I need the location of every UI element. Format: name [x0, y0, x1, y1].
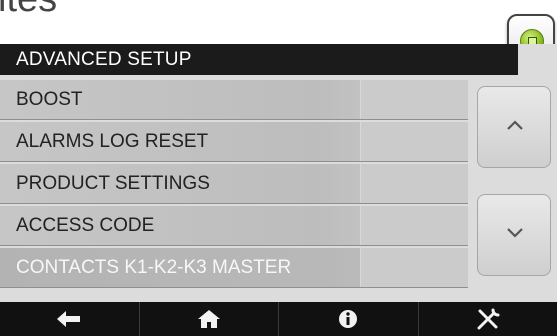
cropped-heading-fragment: ites: [0, 0, 60, 21]
menu-item-right-section [360, 164, 468, 203]
menu-item-label: BOOST [16, 89, 83, 110]
menu-item-right-section [360, 122, 468, 161]
scroll-down-button[interactable] [477, 194, 551, 276]
scroll-up-button[interactable] [477, 86, 551, 168]
menu-item-right-section [360, 248, 468, 287]
menu-item-contacts-k1-k2-k3-master[interactable]: CONTACTS K1-K2-K3 MASTER [0, 248, 468, 288]
title-bar: ADVANCED SETUP [0, 44, 518, 75]
menu-item-right-section [360, 206, 468, 245]
info-icon [339, 310, 358, 328]
menu-item-label: ALARMS LOG RESET [16, 131, 209, 152]
info-button[interactable] [279, 302, 419, 336]
settings-tools-button[interactable] [419, 302, 557, 336]
chevron-up-icon [507, 120, 523, 130]
menu-item-label: CONTACTS K1-K2-K3 MASTER [16, 257, 292, 278]
menu-item-label: ACCESS CODE [16, 215, 155, 236]
back-button[interactable] [0, 302, 140, 336]
device-screen: ADVANCED SETUP BOOST ALARMS LOG RESET PR… [0, 44, 557, 336]
home-icon [197, 310, 220, 328]
menu-item-alarms-log-reset[interactable]: ALARMS LOG RESET [0, 122, 468, 162]
chevron-down-icon [507, 228, 523, 238]
cropped-heading-text: ites: [0, 0, 60, 24]
tools-icon [477, 308, 500, 330]
home-button[interactable] [140, 302, 279, 336]
menu-item-boost[interactable]: BOOST [0, 80, 468, 120]
settings-menu-list: BOOST ALARMS LOG RESET PRODUCT SETTINGS … [0, 80, 468, 290]
page-title: ADVANCED SETUP [16, 49, 192, 70]
back-arrow-icon [57, 311, 81, 327]
menu-item-right-section [360, 80, 468, 119]
menu-item-label: PRODUCT SETTINGS [16, 173, 210, 194]
menu-item-product-settings[interactable]: PRODUCT SETTINGS [0, 164, 468, 204]
bottom-navigation-bar [0, 302, 557, 336]
menu-item-access-code[interactable]: ACCESS CODE [0, 206, 468, 246]
